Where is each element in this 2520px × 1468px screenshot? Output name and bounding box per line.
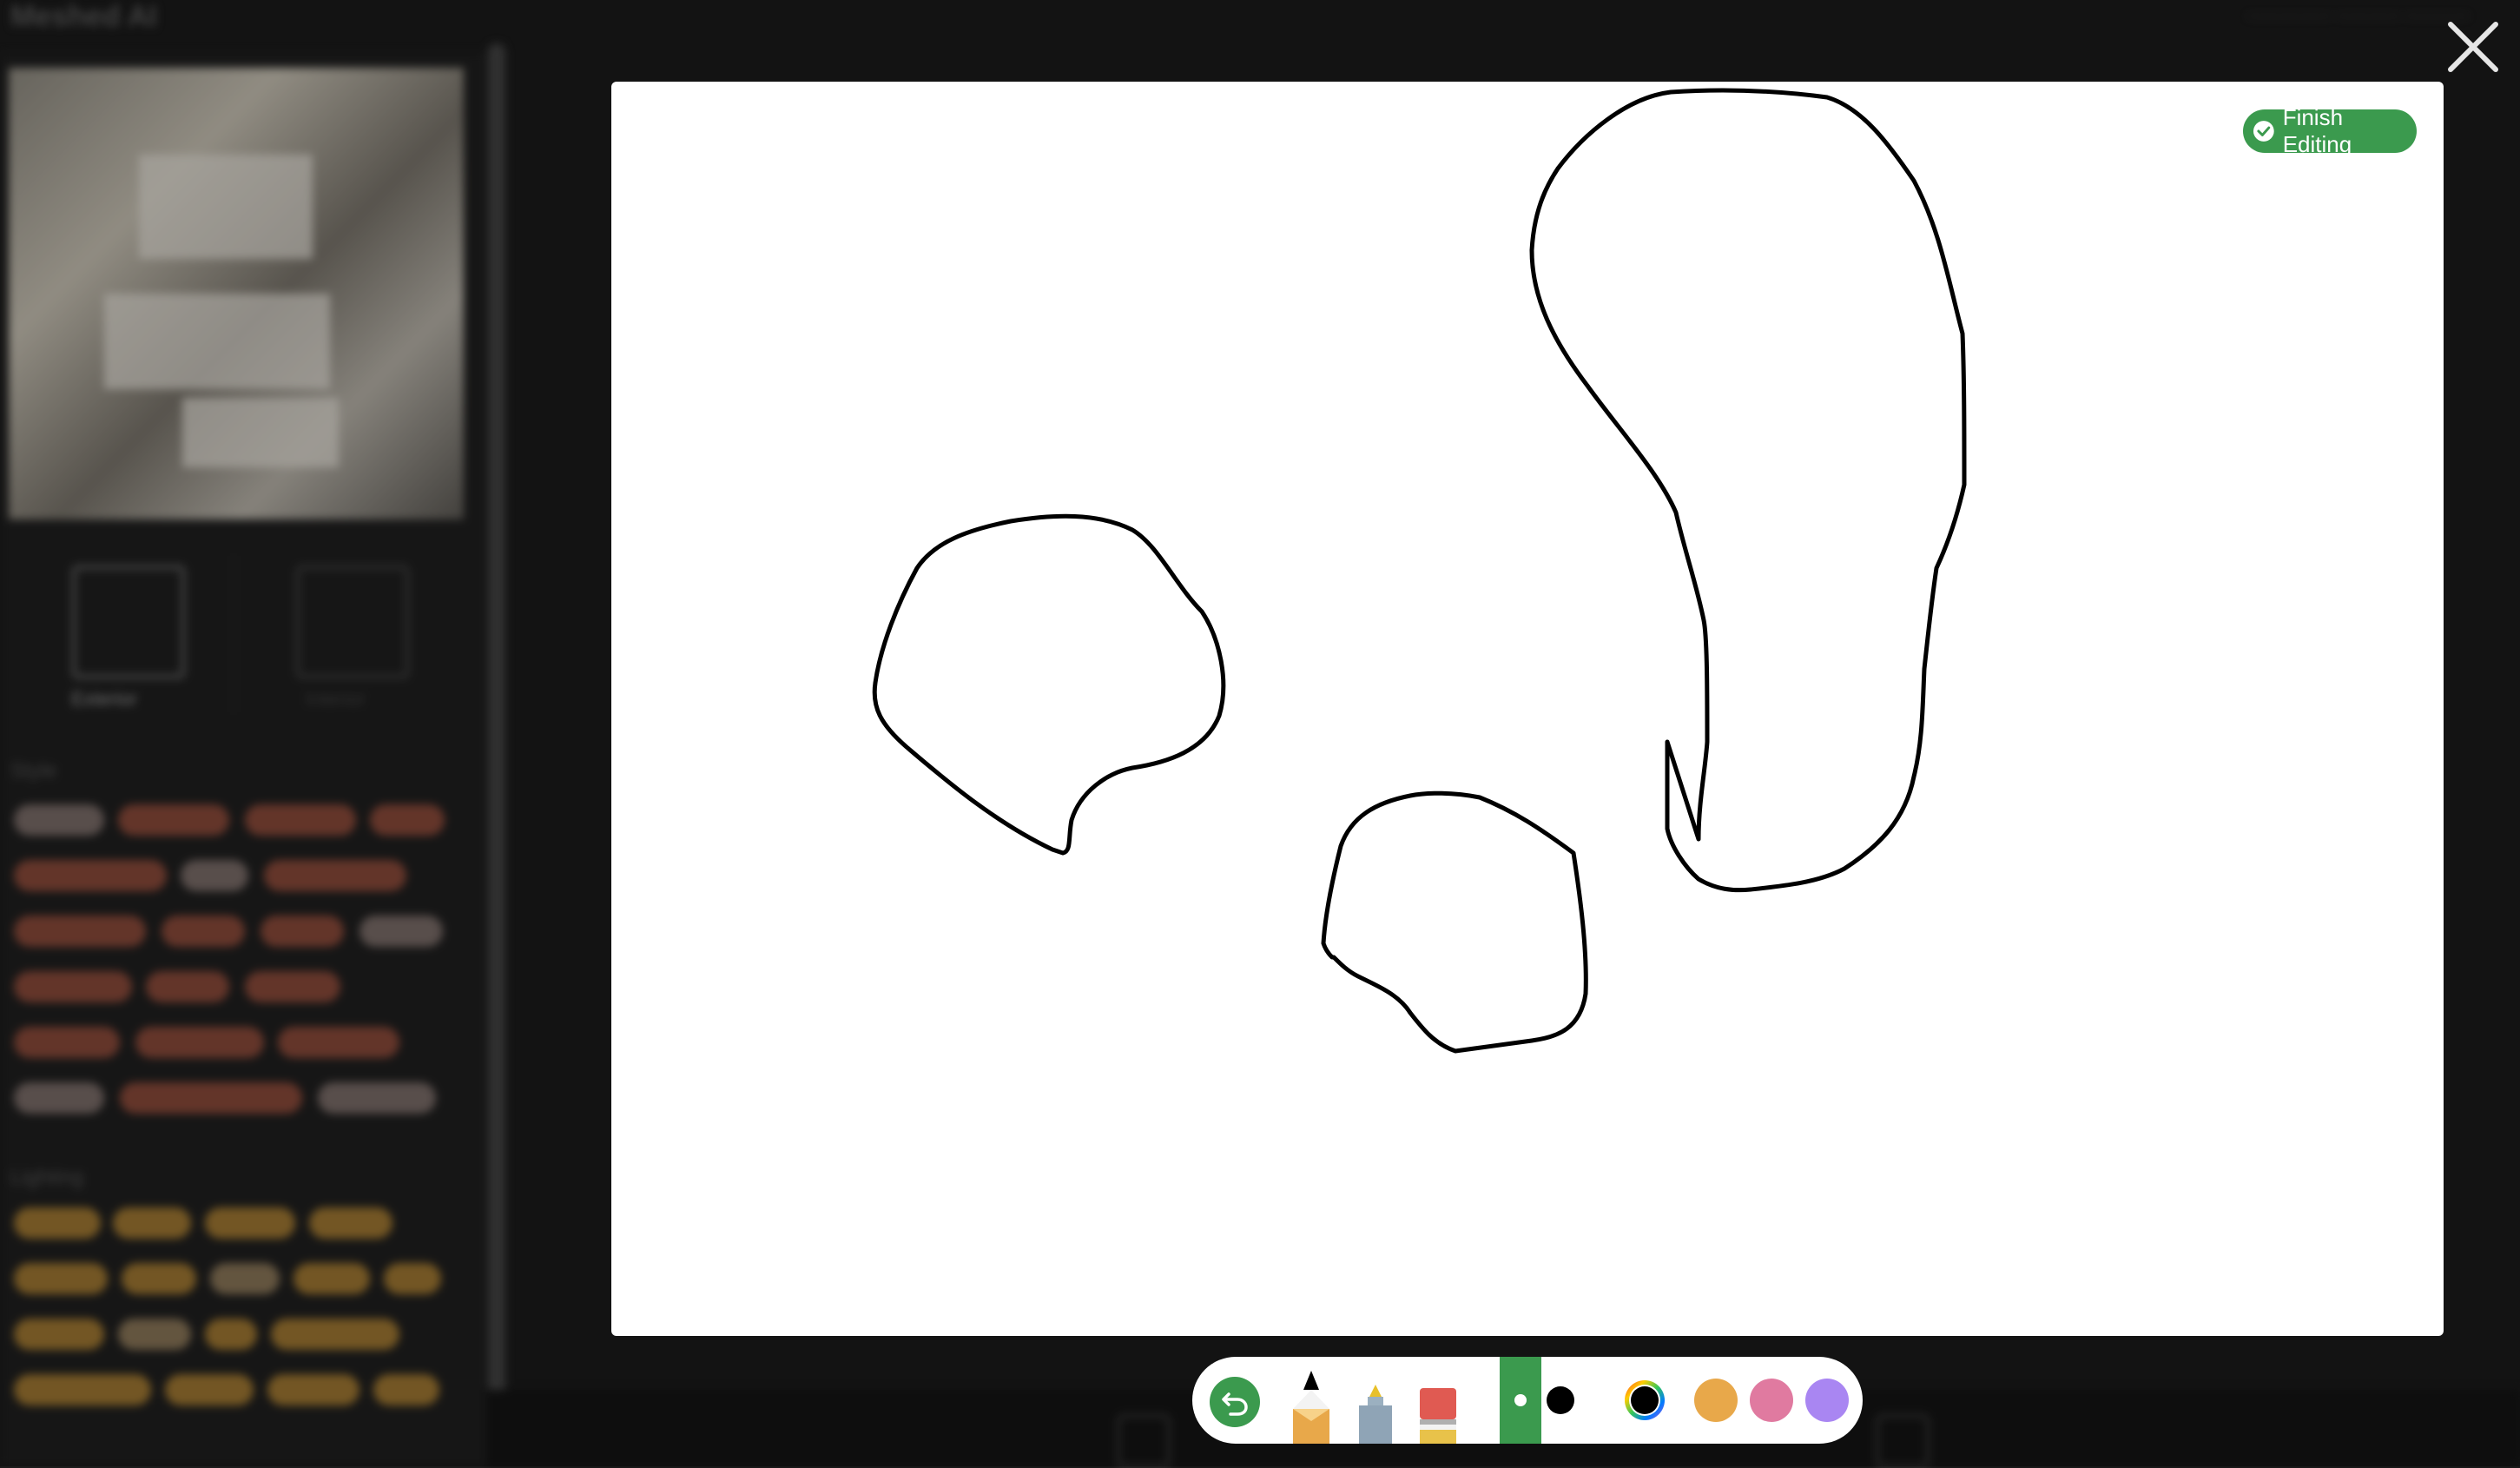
- color-picker-icon[interactable]: [1623, 1379, 1666, 1422]
- sketch-stroke-middle: [1321, 790, 1588, 1054]
- sketch-stroke-right: [1529, 88, 1967, 893]
- finish-editing-button[interactable]: Finish Editing: [2243, 104, 2417, 157]
- undo-button[interactable]: [1210, 1377, 1260, 1427]
- eraser-tool-icon[interactable]: [1420, 1388, 1456, 1444]
- marker-tool-icon[interactable]: [1357, 1385, 1394, 1444]
- sketch-strokes: [872, 88, 1967, 1054]
- brush-size-small[interactable]: [1500, 1357, 1541, 1444]
- color-swatch-pink[interactable]: [1750, 1379, 1793, 1422]
- brush-size-large[interactable]: [1547, 1386, 1574, 1414]
- color-swatch-purple[interactable]: [1805, 1379, 1849, 1422]
- drawing-toolbar: [1192, 1357, 1863, 1444]
- close-icon[interactable]: [2445, 19, 2501, 75]
- check-circle-icon: [2253, 121, 2274, 142]
- finish-editing-label: Finish Editing: [2282, 104, 2352, 157]
- undo-icon: [1222, 1392, 1248, 1416]
- pen-tool-icon[interactable]: [1293, 1371, 1329, 1444]
- sketch-stroke-left: [872, 513, 1226, 856]
- drawing-canvas[interactable]: [611, 82, 2444, 1336]
- color-swatch-orange[interactable]: [1694, 1379, 1738, 1422]
- small-brush-dot: [1514, 1394, 1527, 1406]
